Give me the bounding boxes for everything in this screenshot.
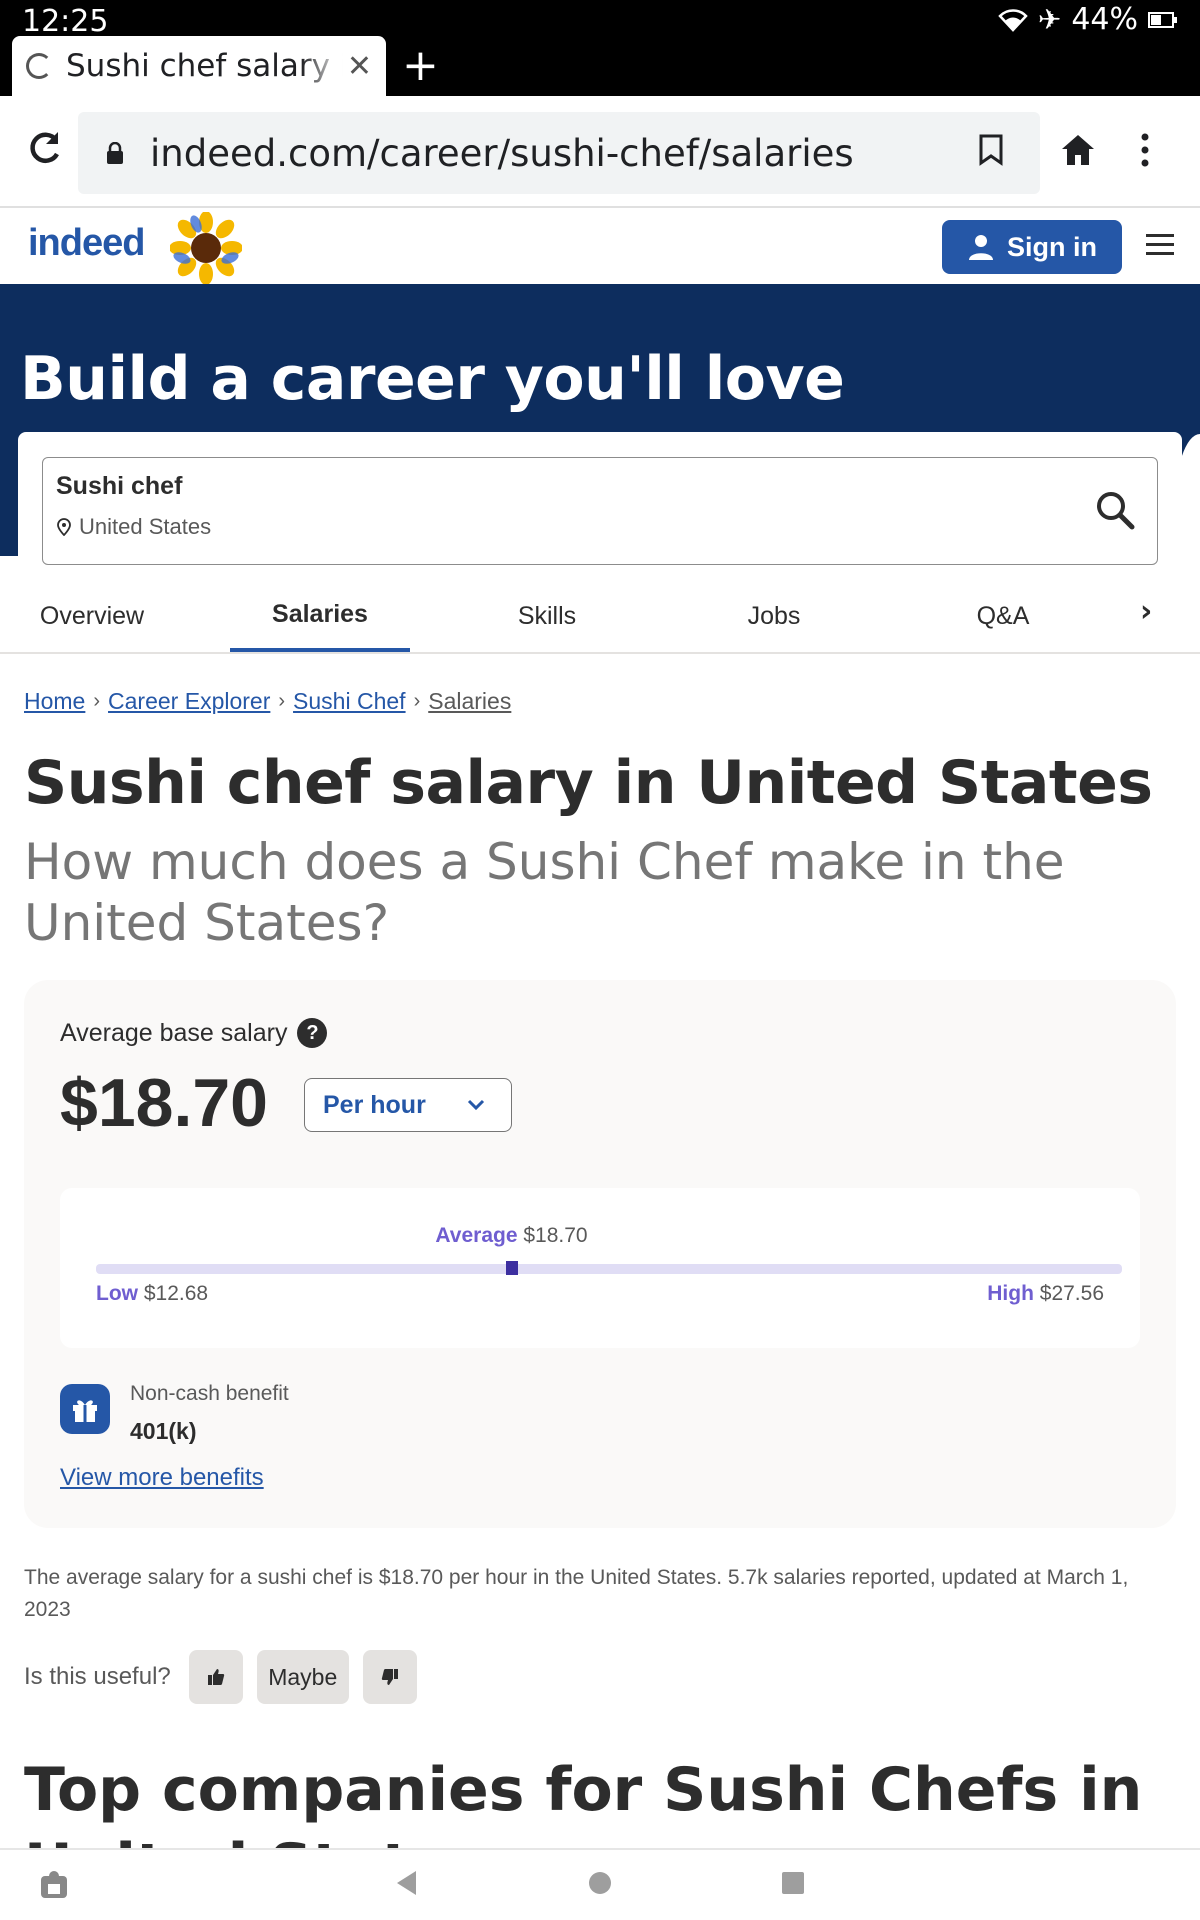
status-time: 12:25 [22,4,109,39]
gift-icon [60,1384,110,1434]
search-input[interactable]: Sushi chef United States [42,457,1158,565]
hamburger-menu-icon[interactable] [1146,234,1174,261]
home-icon[interactable] [1060,132,1096,168]
close-tab-icon[interactable]: ✕ [347,49,372,84]
low-salary: Low $12.68 [96,1282,208,1306]
battery-level: 44% [1071,2,1138,37]
recents-icon[interactable] [780,1868,806,1898]
chevron-down-icon [467,1099,485,1111]
sign-in-button[interactable]: Sign in [942,220,1122,274]
feedback-row: Is this useful? Maybe [24,1650,417,1704]
low-value: $12.68 [143,1282,209,1305]
person-icon [969,235,993,260]
high-word: High [987,1282,1034,1305]
average-label-text: Average base salary [60,1018,288,1047]
lock-icon [107,142,123,164]
system-nav-bar [0,1848,1200,1920]
salary-card: Average base salary ? $18.70 Per hour Av… [24,980,1176,1528]
breadcrumb-separator: › [93,690,101,712]
sign-in-label: Sign in [1007,231,1097,262]
salary-range-bar [96,1264,1122,1274]
average-word: Average [435,1224,518,1247]
breadcrumb-separator: › [278,690,286,712]
search-location: United States [57,514,211,540]
salary-info-text: The average salary for a sushi chef is $… [24,1566,1129,1621]
url-bar: indeed.com/career/sushi-chef/salaries [0,96,1200,208]
benefit-value: 401(k) [130,1418,197,1444]
loading-icon [26,53,52,79]
airplane-icon: ✈ [1037,3,1062,36]
breadcrumb-career-explorer[interactable]: Career Explorer [108,688,270,715]
benefit-item: Non-cash benefit 401(k) [60,1378,289,1445]
address-bar[interactable]: indeed.com/career/sushi-chef/salaries [78,112,1040,194]
average-marker-label: Average $18.70 [60,1224,963,1248]
tab-skills[interactable]: Skills [457,580,637,652]
indeed-logo[interactable]: indeed [28,222,145,265]
url-text: indeed.com/career/sushi-chef/salaries [150,131,854,175]
tab-strip: Sushi chef salary in ✕ + [0,36,1200,96]
average-base-salary-label: Average base salary ? [60,1018,328,1048]
tab-overview[interactable]: Overview [2,580,182,652]
breadcrumb-home[interactable]: Home [24,688,85,715]
sunflower-icon [170,212,242,284]
thumbs-up-button[interactable] [188,1650,243,1704]
top-companies-heading: Top companies for Sushi Chefs in United … [24,1755,1143,1848]
feedback-question: Is this useful? [24,1663,171,1690]
page-subtitle: How much does a Sushi Chef make in the U… [24,833,1065,952]
search-query: Sushi chef [56,472,183,500]
tab-title: Sushi chef salary in [66,48,343,84]
browser-tab[interactable]: Sushi chef salary in ✕ [12,36,386,96]
battery-icon [1148,11,1177,28]
status-bar: 12:25 ✈ 44% [0,0,1200,39]
thumbs-down-icon [381,1669,398,1685]
help-icon[interactable]: ? [297,1018,328,1048]
tab-salaries[interactable]: Salaries [230,580,410,652]
benefit-label: Non-cash benefit [130,1382,289,1405]
hero-title: Build a career you'll love [20,344,845,414]
average-marker [505,1261,518,1275]
salary-range-box: Average $18.70 Low $12.68 High $27.56 [60,1188,1140,1348]
breadcrumb-separator: › [413,690,421,712]
more-menu-icon[interactable] [1140,132,1150,168]
tab-qa[interactable]: Q&A [913,580,1093,652]
reload-icon[interactable] [22,126,66,170]
breadcrumb-salaries: Salaries [428,688,512,714]
page-title: Sushi chef salary in United States [24,748,1153,818]
bookmark-icon[interactable] [978,134,1004,166]
view-more-benefits-link[interactable]: View more benefits [60,1464,264,1492]
thumbs-up-icon [207,1669,224,1685]
breadcrumb-sushi-chef[interactable]: Sushi Chef [293,688,406,715]
pay-period-select[interactable]: Per hour [304,1078,512,1132]
tab-jobs[interactable]: Jobs [684,580,864,652]
app-icon[interactable] [38,1868,70,1900]
new-tab-button[interactable]: + [402,40,439,91]
average-salary-amount: $18.70 [60,1065,268,1141]
high-value: $27.56 [1039,1282,1104,1305]
location-pin-icon [57,518,71,536]
site-header: indeed Sign in [0,208,1200,284]
average-value: $18.70 [523,1224,588,1247]
maybe-button[interactable]: Maybe [256,1650,349,1704]
breadcrumb: Home › Career Explorer › Sushi Chef › Sa… [24,688,511,715]
search-location-label: United States [79,514,212,539]
section-tabs: Overview Salaries Skills Jobs Q&A › [0,580,1200,654]
pay-period-value: Per hour [323,1090,426,1119]
low-word: Low [96,1282,138,1305]
chevron-right-icon[interactable]: › [1140,594,1152,629]
search-icon[interactable] [1095,490,1135,530]
back-icon[interactable] [392,1868,422,1898]
home-nav-icon[interactable] [588,1868,612,1898]
wifi-icon [998,8,1028,32]
thumbs-down-button[interactable] [362,1650,417,1704]
high-salary: High $27.56 [987,1282,1104,1306]
